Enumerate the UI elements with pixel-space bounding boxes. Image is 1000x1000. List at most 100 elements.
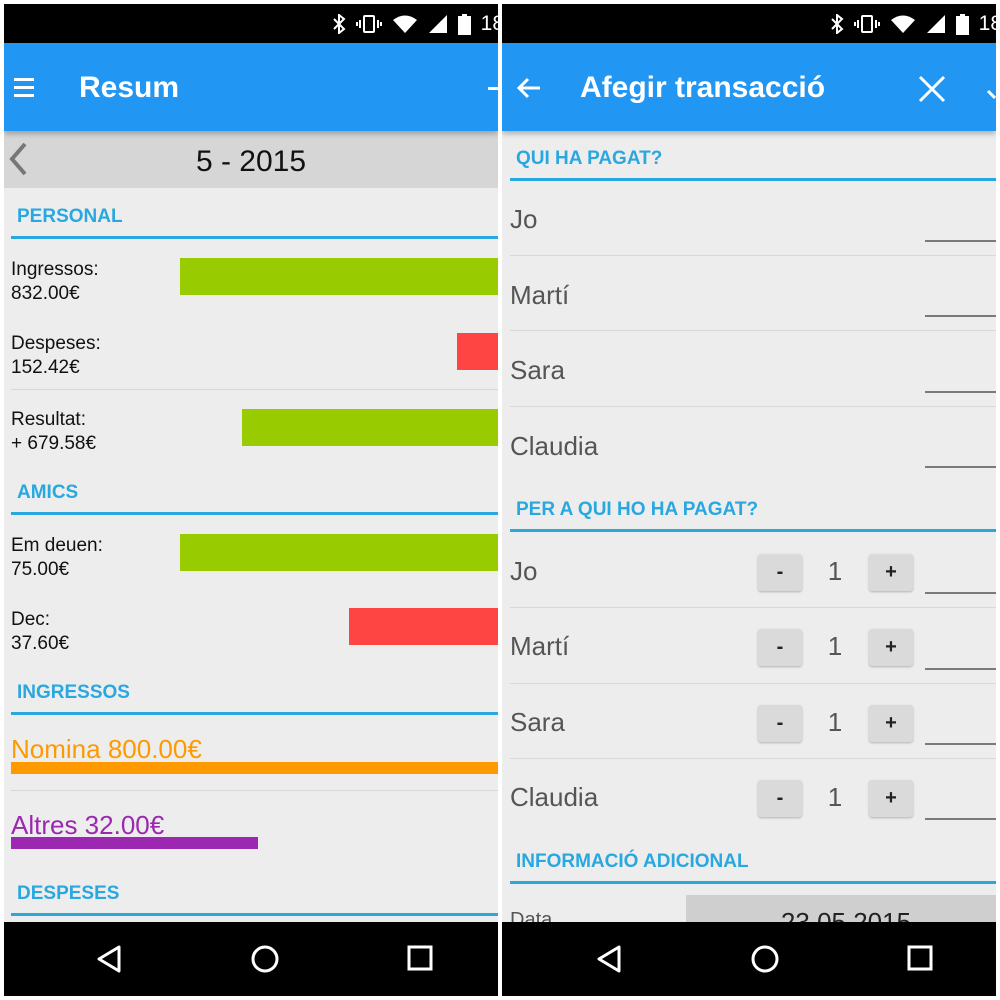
section-extra-info-header: INFORMACIÓ ADICIONAL (516, 851, 749, 872)
payer-name: Jo (510, 204, 538, 234)
row-divider (510, 255, 996, 256)
share-value: 1 (827, 782, 843, 812)
row-label: Em deuen: (11, 535, 103, 556)
increment-button[interactable]: + (869, 554, 913, 591)
navigation-bar (4, 922, 498, 996)
decrement-button[interactable]: - (758, 554, 802, 591)
row-value: 37.60€ (11, 633, 70, 654)
i-owe-row: Dec: 37.60€ (11, 608, 69, 656)
owed-to-me-row: Em deuen: 75.00€ (11, 534, 103, 582)
income-category-label[interactable]: Nomina 800.00€ (11, 734, 202, 765)
decrement-button[interactable]: - (758, 629, 802, 666)
status-time: 18 (480, 12, 498, 35)
row-value: 832.00€ (11, 283, 80, 304)
payer-name: Claudia (510, 431, 599, 461)
bluetooth-icon (332, 14, 346, 34)
vibrate-icon (853, 15, 880, 33)
income-summary-row: Ingressos: 832.00€ (11, 258, 99, 306)
row-label: Dec: (11, 609, 51, 630)
expense-summary-row: Despeses: 152.42€ (11, 332, 101, 380)
page-title: Afegir transacció (580, 71, 826, 104)
bluetooth-icon (830, 14, 844, 34)
app-bar: Resum (4, 43, 498, 131)
section-divider (510, 881, 996, 884)
owed-to-me-bar (180, 534, 498, 571)
add-icon[interactable] (488, 87, 498, 91)
beneficiary-name: Claudia (510, 782, 599, 812)
payer-amount-input[interactable] (925, 391, 996, 393)
row-label: Resultat: (11, 409, 86, 430)
row-divider (510, 758, 996, 759)
decrement-button[interactable]: - (758, 780, 802, 817)
row-value: 152.42€ (11, 357, 80, 378)
decrement-button[interactable]: - (758, 705, 802, 742)
increment-button[interactable]: + (869, 780, 913, 817)
section-beneficiaries-header: PER A QUI HO HA PAGAT? (516, 499, 759, 520)
section-divider (510, 529, 996, 532)
increment-button[interactable]: + (869, 705, 913, 742)
wifi-icon (392, 15, 417, 33)
row-divider (510, 683, 996, 684)
beneficiary-amount-input[interactable] (925, 668, 996, 670)
page-title: Resum (79, 71, 180, 104)
beneficiary-name: Martí (510, 631, 570, 661)
arrow-back-icon[interactable] (516, 76, 542, 100)
summary-screen: 18 Resum 5 - 2015 PERSONAL Ingressos: 83… (4, 4, 498, 996)
row-value: 75.00€ (11, 559, 70, 580)
expense-bar (457, 333, 498, 370)
row-divider (11, 790, 498, 791)
wifi-icon (890, 15, 915, 33)
home-circle-icon[interactable] (250, 944, 280, 974)
section-divider (11, 913, 498, 916)
payer-name: Sara (510, 355, 565, 385)
row-label: Ingressos: (11, 259, 99, 280)
app-bar: Afegir transacció (502, 43, 996, 131)
beneficiary-amount-input[interactable] (925, 743, 996, 745)
i-owe-bar (349, 608, 498, 645)
share-value: 1 (827, 556, 843, 586)
period-selector: 5 - 2015 (4, 131, 498, 188)
battery-icon (457, 13, 471, 35)
income-bar (180, 258, 498, 295)
row-label: Despeses: (11, 333, 101, 354)
back-triangle-icon[interactable] (96, 944, 122, 974)
status-bar: 18 (4, 4, 498, 43)
payer-amount-input[interactable] (925, 466, 996, 468)
status-bar: 18 (502, 4, 996, 43)
payer-amount-input[interactable] (925, 240, 996, 242)
section-income-header: INGRESSOS (17, 682, 130, 703)
hamburger-menu-icon[interactable] (14, 77, 34, 99)
row-divider (11, 389, 498, 390)
row-value: + 679.58€ (11, 433, 97, 454)
beneficiary-amount-input[interactable] (925, 592, 996, 594)
status-time: 18 (978, 12, 996, 35)
add-transaction-screen: 18 Afegir transacció QUI HA PAGAT? Jo Ma… (502, 4, 996, 996)
vibrate-icon (355, 15, 382, 33)
section-divider (510, 178, 996, 181)
section-expenses-header: DESPESES (17, 883, 120, 904)
navigation-bar (502, 922, 996, 996)
section-payer-header: QUI HA PAGAT? (516, 148, 663, 169)
beneficiary-amount-input[interactable] (925, 818, 996, 820)
section-divider (11, 712, 498, 715)
recents-square-icon[interactable] (407, 944, 433, 972)
section-personal-header: PERSONAL (17, 206, 123, 227)
row-divider (510, 330, 996, 331)
home-circle-icon[interactable] (750, 944, 780, 974)
payer-amount-input[interactable] (925, 315, 996, 317)
payer-name: Martí (510, 280, 570, 310)
battery-icon (955, 13, 969, 35)
increment-button[interactable]: + (869, 629, 913, 666)
section-divider (11, 512, 498, 515)
section-friends-header: AMICS (17, 482, 79, 503)
back-triangle-icon[interactable] (596, 944, 622, 974)
close-icon[interactable] (918, 75, 946, 103)
check-icon[interactable] (986, 81, 996, 101)
period-label: 5 - 2015 (195, 145, 307, 178)
beneficiary-name: Jo (510, 556, 538, 586)
result-summary-row: Resultat: + 679.58€ (11, 408, 96, 456)
share-value: 1 (827, 707, 843, 737)
row-divider (510, 607, 996, 608)
recents-square-icon[interactable] (907, 944, 933, 972)
section-divider (11, 236, 498, 239)
